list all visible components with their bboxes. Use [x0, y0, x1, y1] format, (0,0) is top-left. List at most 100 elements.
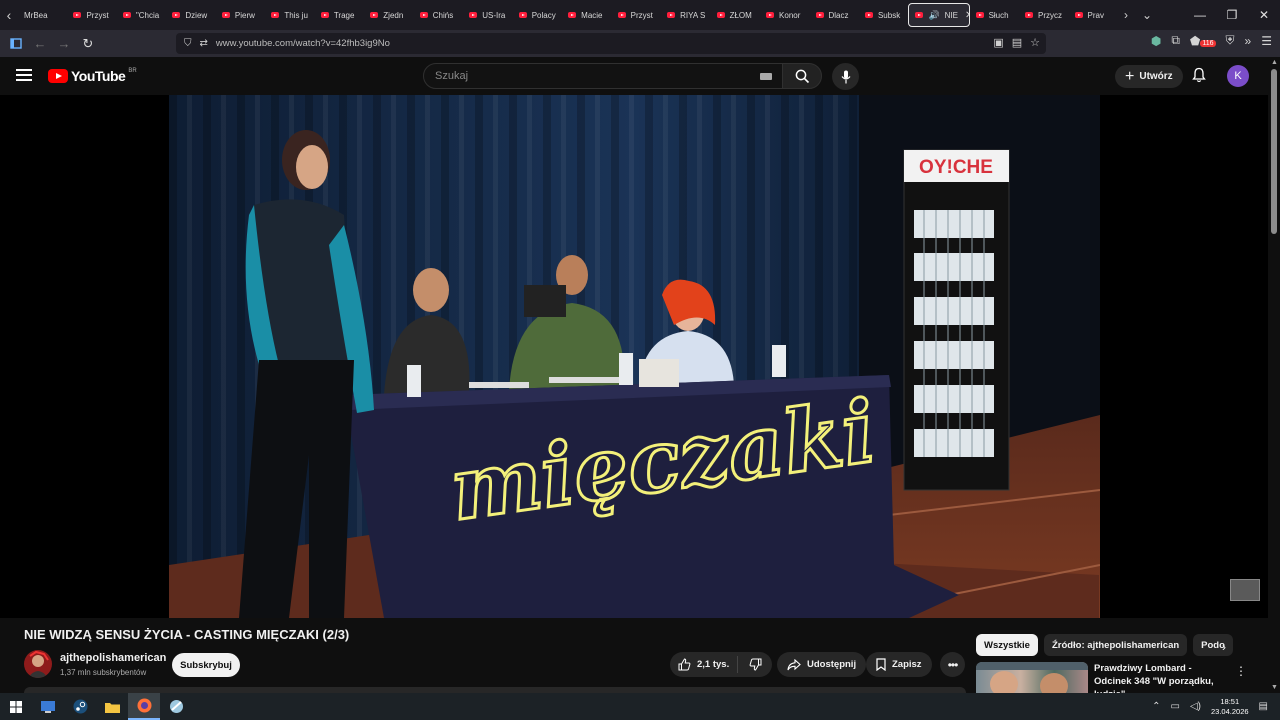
browser-tab[interactable]: Przycz	[1019, 3, 1068, 27]
browser-tab[interactable]: Prav	[1069, 3, 1118, 27]
clock-date: 23.04.2026	[1211, 706, 1249, 716]
clock[interactable]: 18:51 23.04.2026	[1211, 697, 1249, 717]
browser-tab[interactable]: Słuch	[970, 3, 1019, 27]
subscribe-button[interactable]: Subskrybuj	[172, 653, 240, 677]
bookmark-star-icon[interactable]: ☆	[1030, 36, 1040, 49]
browser-tab[interactable]: MrBea	[18, 3, 67, 27]
recommended-thumbnail[interactable]	[976, 662, 1088, 693]
tab-audio-icon[interactable]: 🔊	[928, 10, 939, 21]
filter-chip[interactable]: Wszystkie	[976, 634, 1038, 656]
picture-icon[interactable]: ▣	[993, 36, 1003, 49]
browser-tab[interactable]: Trage	[315, 3, 364, 27]
privacy-extension-icon[interactable]: ⛨	[1226, 33, 1235, 48]
more-actions-button[interactable]: •••	[940, 652, 965, 677]
minimize-icon[interactable]: —	[1184, 0, 1216, 30]
close-window-icon[interactable]: ✕	[1248, 0, 1280, 30]
more-icon: •••	[947, 657, 959, 672]
create-label: Utwórz	[1139, 71, 1173, 82]
search-icon	[795, 69, 809, 83]
youtube-favicon-icon	[469, 12, 478, 18]
restore-icon[interactable]: ❐	[1216, 0, 1248, 30]
browser-tab[interactable]: Polacy	[513, 3, 562, 27]
channel-name[interactable]: ajthepolishamerican	[60, 652, 166, 664]
filter-chip[interactable]: Podo	[1193, 634, 1234, 656]
url-text[interactable]: www.youtube.com/watch?v=42fhb3ig9No	[216, 38, 390, 49]
create-button[interactable]: + Utwórz	[1115, 65, 1183, 88]
vpn-extension-icon[interactable]: ⬢	[1151, 34, 1161, 48]
recommended-menu-icon[interactable]: ⋮	[1235, 664, 1247, 678]
url-bar[interactable]: ⛉ ⇄ www.youtube.com/watch?v=42fhb3ig9No …	[176, 33, 1046, 54]
network-icon[interactable]: ▭	[1171, 701, 1180, 712]
list-all-tabs-icon[interactable]: ⌄	[1142, 8, 1152, 22]
volume-icon[interactable]: ◁)	[1190, 701, 1201, 712]
reload-icon[interactable]: ↻	[76, 30, 100, 57]
app-menu-icon[interactable]: ☰	[1261, 34, 1272, 48]
task-view-icon[interactable]	[32, 693, 64, 720]
microphone-icon	[841, 70, 850, 83]
youtube-favicon-icon	[864, 12, 873, 18]
tab-scroll-left-icon[interactable]: ‹	[0, 0, 18, 30]
tab-label: MrBea	[24, 10, 48, 20]
sidebar-toggle-icon[interactable]	[4, 30, 28, 57]
video-player[interactable]: OY!CHE mięczaki	[0, 95, 1268, 618]
tab-label: Dlacz	[828, 10, 849, 20]
adblock-extension-icon[interactable]: ⬟ 116	[1190, 34, 1216, 48]
browser-tab[interactable]: This ju	[265, 3, 314, 27]
tray-expand-icon[interactable]: ⌃	[1152, 701, 1160, 712]
browser-tab-active[interactable]: 🔊NIE✕	[908, 3, 970, 27]
scrollbar-thumb[interactable]	[1271, 69, 1277, 234]
network-app-icon[interactable]	[160, 693, 192, 720]
browser-tab[interactable]: Subsk	[859, 3, 908, 27]
overflow-menu-icon[interactable]: »	[1245, 34, 1252, 48]
browser-tab[interactable]: RIYA S	[661, 3, 710, 27]
reader-view-icon[interactable]: ▤	[1012, 36, 1022, 49]
browser-tab[interactable]: Przyst	[612, 3, 661, 27]
youtube-logo[interactable]: YouTube BR	[48, 68, 137, 84]
tab-label: Zjedn	[383, 10, 404, 20]
notifications-bell-icon[interactable]	[1192, 67, 1206, 88]
browser-tab[interactable]: US-Ira	[463, 3, 512, 27]
tab-label: Trage	[333, 10, 355, 20]
video-frame[interactable]: OY!CHE mięczaki	[169, 95, 1100, 618]
browser-tab[interactable]: "Chcia	[117, 3, 166, 27]
browser-tab[interactable]: Zjedn	[364, 3, 413, 27]
permissions-icon[interactable]: ⇄	[200, 38, 208, 49]
guide-menu-icon[interactable]	[16, 69, 32, 84]
filter-chips: Wszystkie Źródło: ajthepolishamerican Podo	[976, 634, 1234, 656]
account-avatar[interactable]: K	[1227, 65, 1249, 87]
browser-tab[interactable]: Pierw	[216, 3, 265, 27]
browser-tab[interactable]: Dlacz	[810, 3, 859, 27]
browser-tab[interactable]: Chińs	[414, 3, 463, 27]
dislike-button[interactable]	[738, 658, 772, 671]
save-button[interactable]: Zapisz	[866, 652, 932, 677]
end-screen-thumbnail[interactable]	[1230, 579, 1260, 601]
steam-icon[interactable]	[64, 693, 96, 720]
browser-tab[interactable]: ZŁOM	[711, 3, 760, 27]
firefox-icon[interactable]	[128, 693, 160, 720]
channel-avatar[interactable]	[24, 650, 52, 678]
share-button[interactable]: Udostępnij	[777, 652, 867, 677]
scroll-up-icon[interactable]: ▲	[1271, 59, 1278, 66]
keyboard-icon[interactable]	[760, 73, 772, 80]
voice-search-button[interactable]	[832, 63, 859, 90]
tab-label: Pierw	[234, 10, 255, 20]
like-button[interactable]: 2,1 tys.	[670, 656, 738, 673]
back-icon[interactable]: ←	[28, 30, 52, 57]
search-button[interactable]	[782, 63, 822, 89]
windows-start-icon[interactable]	[0, 693, 32, 720]
chips-next-icon[interactable]: ›	[1222, 640, 1226, 654]
file-explorer-icon[interactable]	[96, 693, 128, 720]
browser-tab[interactable]: Macie	[562, 3, 611, 27]
browser-tab[interactable]: Przyst	[67, 3, 116, 27]
browser-tab[interactable]: Dziew	[166, 3, 215, 27]
extensions-icon[interactable]: ⧉	[1171, 33, 1180, 48]
tab-scroll-right-icon[interactable]: ›	[1124, 8, 1128, 22]
notifications-icon[interactable]: ▤	[1259, 701, 1268, 712]
filter-chip[interactable]: Źródło: ajthepolishamerican	[1043, 634, 1188, 656]
browser-tab[interactable]: Konor	[760, 3, 809, 27]
scroll-down-icon[interactable]: ▼	[1271, 684, 1278, 691]
shield-icon[interactable]: ⛉	[184, 38, 192, 49]
page-scrollbar[interactable]: ▲ ▼	[1268, 57, 1280, 693]
search-input[interactable]: Szukaj	[423, 63, 783, 89]
forward-icon[interactable]: →	[52, 30, 76, 57]
